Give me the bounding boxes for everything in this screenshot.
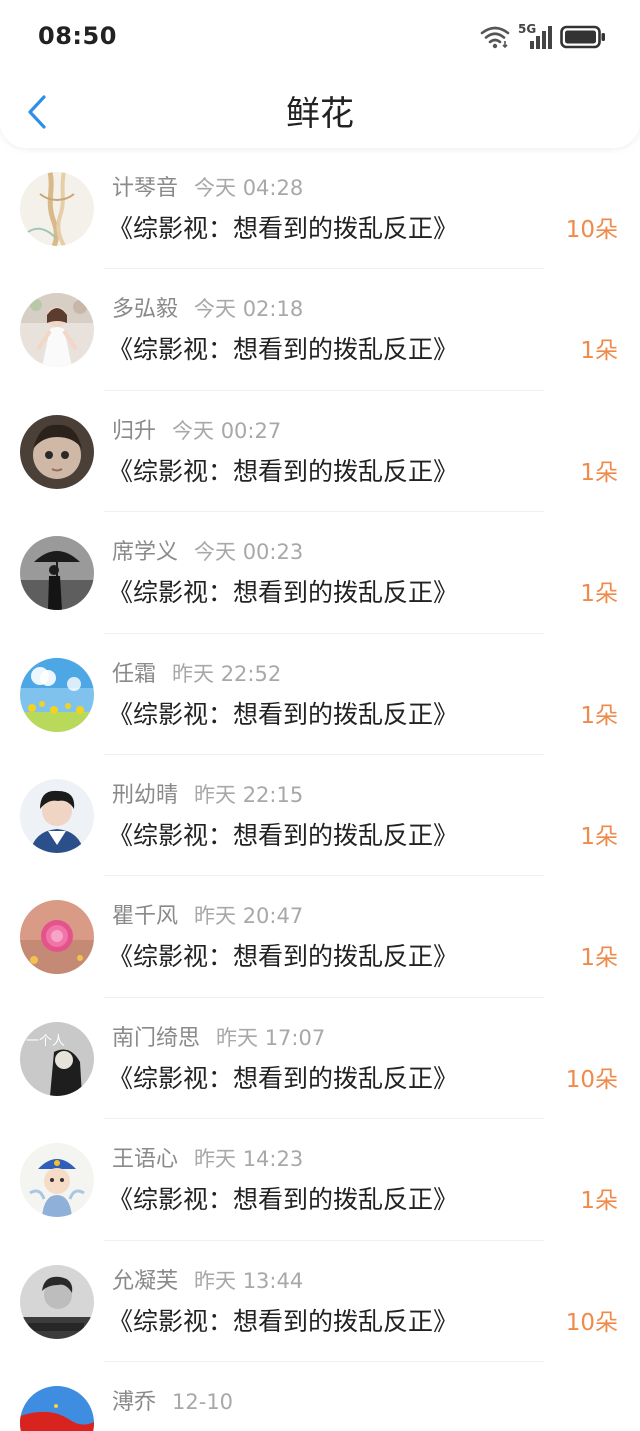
child-face-avatar[interactable] (20, 414, 94, 489)
sender-name: 多弘毅 (112, 297, 179, 323)
sender-name: 刑幼晴 (112, 782, 179, 808)
sender-name: 席学义 (112, 540, 179, 566)
book-title: 《综影视：想看到的拨乱反正》 (108, 699, 459, 729)
book-title: 《综影视：想看到的拨乱反正》 (108, 1063, 459, 1093)
sender-line: 任霜 昨天 22:52 (112, 660, 281, 689)
list-item[interactable]: 任霜 昨天 22:52 《综影视：想看到的拨乱反正》 1朵 (0, 634, 640, 755)
list-item[interactable]: 席学义 今天 00:23 《综影视：想看到的拨乱反正》 1朵 (0, 512, 640, 634)
gray-girl-avatar[interactable]: 一个人 (20, 1021, 94, 1096)
sender-line: 瞿千风 昨天 20:47 (112, 902, 303, 931)
status-icons: 5G (480, 22, 606, 51)
sent-time: 今天 04:28 (194, 176, 304, 200)
book-title: 《综影视：想看到的拨乱反正》 (108, 335, 459, 365)
sender-name: 计琴音 (112, 176, 179, 201)
list-item[interactable]: 刑幼晴 昨天 22:15 《综影视：想看到的拨乱反正》 1朵 (0, 755, 640, 877)
sender-line: 归升 今天 00:27 (112, 417, 281, 446)
sent-time: 昨天 20:47 (194, 904, 304, 929)
sent-time: 12-10 (172, 1389, 234, 1414)
flower-count: 1朵 (580, 702, 618, 729)
boy-portrait-avatar[interactable] (20, 778, 94, 853)
page-title: 鲜花 (286, 94, 354, 134)
book-title: 《综影视：想看到的拨乱反正》 (108, 1185, 459, 1215)
sent-time: 昨天 14:23 (194, 1147, 304, 1172)
sender-name: 允凝芙 (112, 1268, 179, 1294)
flower-count: 10朵 (565, 1066, 618, 1093)
sender-line: 允凝芙 昨天 13:44 (112, 1267, 303, 1296)
battery-icon (560, 25, 606, 49)
gift-list: 计琴音 今天 04:28 《综影视：想看到的拨乱反正》 10朵 多弘毅 今天 02:18… (0, 148, 640, 1431)
flower-count: 1朵 (580, 581, 618, 608)
status-time: 08:50 (38, 22, 117, 50)
girl-white-dress-avatar[interactable] (20, 293, 94, 368)
sent-time: 今天 02:18 (194, 297, 304, 322)
list-item[interactable]: 多弘毅 今天 02:18 《综影视：想看到的拨乱反正》 1朵 (0, 269, 640, 391)
sender-line: 溥乔 12-10 (112, 1388, 233, 1417)
flowers-screen: 08:50 5G 鲜花 计琴音 今天 04:28 《综影视：想看到的拨乱反正》 … (0, 0, 640, 1431)
sender-line: 王语心 昨天 14:23 (112, 1145, 303, 1174)
flower-count: 1朵 (580, 459, 618, 486)
sender-line: 多弘毅 今天 02:18 (112, 295, 303, 324)
sender-line: 席学义 今天 00:23 (112, 538, 303, 567)
flower-count: 10朵 (565, 1309, 618, 1336)
list-item[interactable]: 溥乔 12-10 (0, 1362, 640, 1431)
list-item[interactable]: 一个人 南门绮思 昨天 17:07 《综影视：想看到的拨乱反正》 10朵 (0, 998, 640, 1120)
book-title: 《综影视：想看到的拨乱反正》 (108, 456, 459, 486)
sender-name: 归升 (112, 418, 157, 444)
book-title: 《综影视：想看到的拨乱反正》 (108, 1306, 459, 1336)
book-title: 《综影视：想看到的拨乱反正》 (108, 214, 459, 243)
sender-name: 溥乔 (112, 1389, 157, 1415)
sent-time: 今天 00:27 (172, 418, 282, 443)
bw-man-avatar[interactable] (20, 1264, 94, 1339)
sender-line: 南门绮思 昨天 17:07 (112, 1024, 325, 1053)
signal-5g-icon: 5G (518, 22, 552, 50)
cartoon-character-avatar[interactable] (20, 1143, 94, 1218)
ribbon-illustration-avatar[interactable] (20, 172, 94, 246)
book-title: 《综影视：想看到的拨乱反正》 (108, 578, 459, 608)
sent-time: 今天 00:23 (194, 540, 304, 565)
list-item[interactable]: 瞿千风 昨天 20:47 《综影视：想看到的拨乱反正》 1朵 (0, 876, 640, 998)
list-item[interactable]: 归升 今天 00:27 《综影视：想看到的拨乱反正》 1朵 (0, 391, 640, 513)
sent-time: 昨天 22:15 (194, 782, 304, 807)
flower-count: 1朵 (580, 823, 618, 850)
sent-time: 昨天 17:07 (216, 1025, 326, 1050)
wifi-icon (480, 25, 510, 49)
flag-avatar[interactable] (20, 1385, 94, 1431)
sender-line: 计琴音 今天 04:28 (112, 174, 303, 203)
sender-name: 瞿千风 (112, 904, 179, 930)
sent-time: 昨天 13:44 (194, 1268, 304, 1293)
sender-name: 任霜 (112, 661, 157, 687)
book-title: 《综影视：想看到的拨乱反正》 (108, 942, 459, 972)
umbrella-silhouette-avatar[interactable] (20, 536, 94, 611)
sender-line: 刑幼晴 昨天 22:15 (112, 781, 303, 810)
book-title: 《综影视：想看到的拨乱反正》 (108, 820, 459, 850)
sent-time: 昨天 22:52 (172, 661, 282, 686)
sky-flowers-avatar[interactable] (20, 657, 94, 732)
flower-count: 1朵 (580, 945, 618, 972)
flower-count: 1朵 (580, 338, 618, 365)
avatar-caption: 一个人 (26, 1033, 66, 1049)
list-item[interactable]: 计琴音 今天 04:28 《综影视：想看到的拨乱反正》 10朵 (0, 148, 640, 270)
sender-name: 王语心 (112, 1147, 179, 1173)
status-bar: 08:50 5G (0, 0, 640, 76)
flower-count: 10朵 (565, 217, 618, 243)
header: 08:50 5G 鲜花 (0, 0, 640, 148)
flower-count: 1朵 (580, 1188, 618, 1215)
pink-flower-avatar[interactable] (20, 900, 94, 975)
sender-name: 南门绮思 (112, 1025, 201, 1051)
list-item[interactable]: 王语心 昨天 14:23 《综影视：想看到的拨乱反正》 1朵 (0, 1119, 640, 1241)
list-item[interactable]: 允凝芙 昨天 13:44 《综影视：想看到的拨乱反正》 10朵 (0, 1241, 640, 1362)
nav-bar: 鲜花 (0, 78, 640, 148)
